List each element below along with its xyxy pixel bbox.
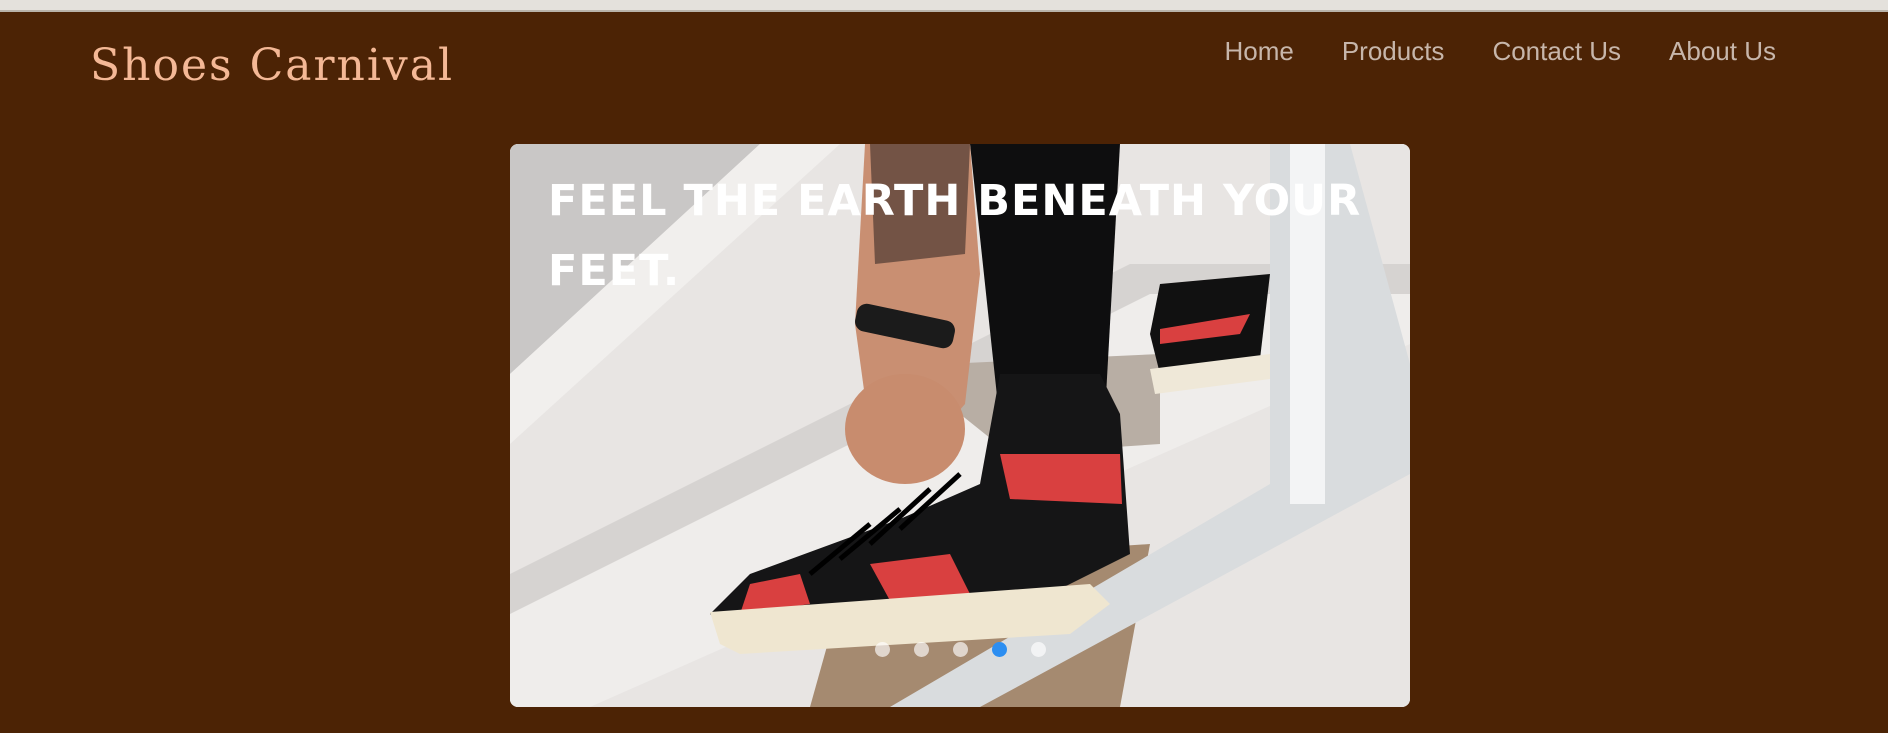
site-brand-logo[interactable]: Shoes Carnival [90, 40, 454, 91]
hero-carousel: Feel the earth beneath your feet. [510, 144, 1410, 707]
carousel-dot[interactable] [1030, 642, 1046, 657]
carousel-indicators [510, 642, 1410, 657]
carousel-dot[interactable] [913, 642, 929, 657]
nav-about-us-link[interactable]: About Us [1669, 36, 1776, 67]
nav-products-link[interactable]: Products [1342, 36, 1445, 67]
nav-home-link[interactable]: Home [1224, 36, 1293, 67]
nav-contact-us-link[interactable]: Contact Us [1492, 36, 1621, 67]
browser-top-bar [0, 0, 1888, 12]
main-nav: Home Products Contact Us About Us [1224, 36, 1776, 67]
carousel-dot[interactable] [874, 642, 890, 657]
carousel-dot[interactable] [952, 642, 968, 657]
carousel-dot-active[interactable] [991, 642, 1007, 657]
hero-headline: Feel the earth beneath your feet. [548, 176, 1362, 296]
